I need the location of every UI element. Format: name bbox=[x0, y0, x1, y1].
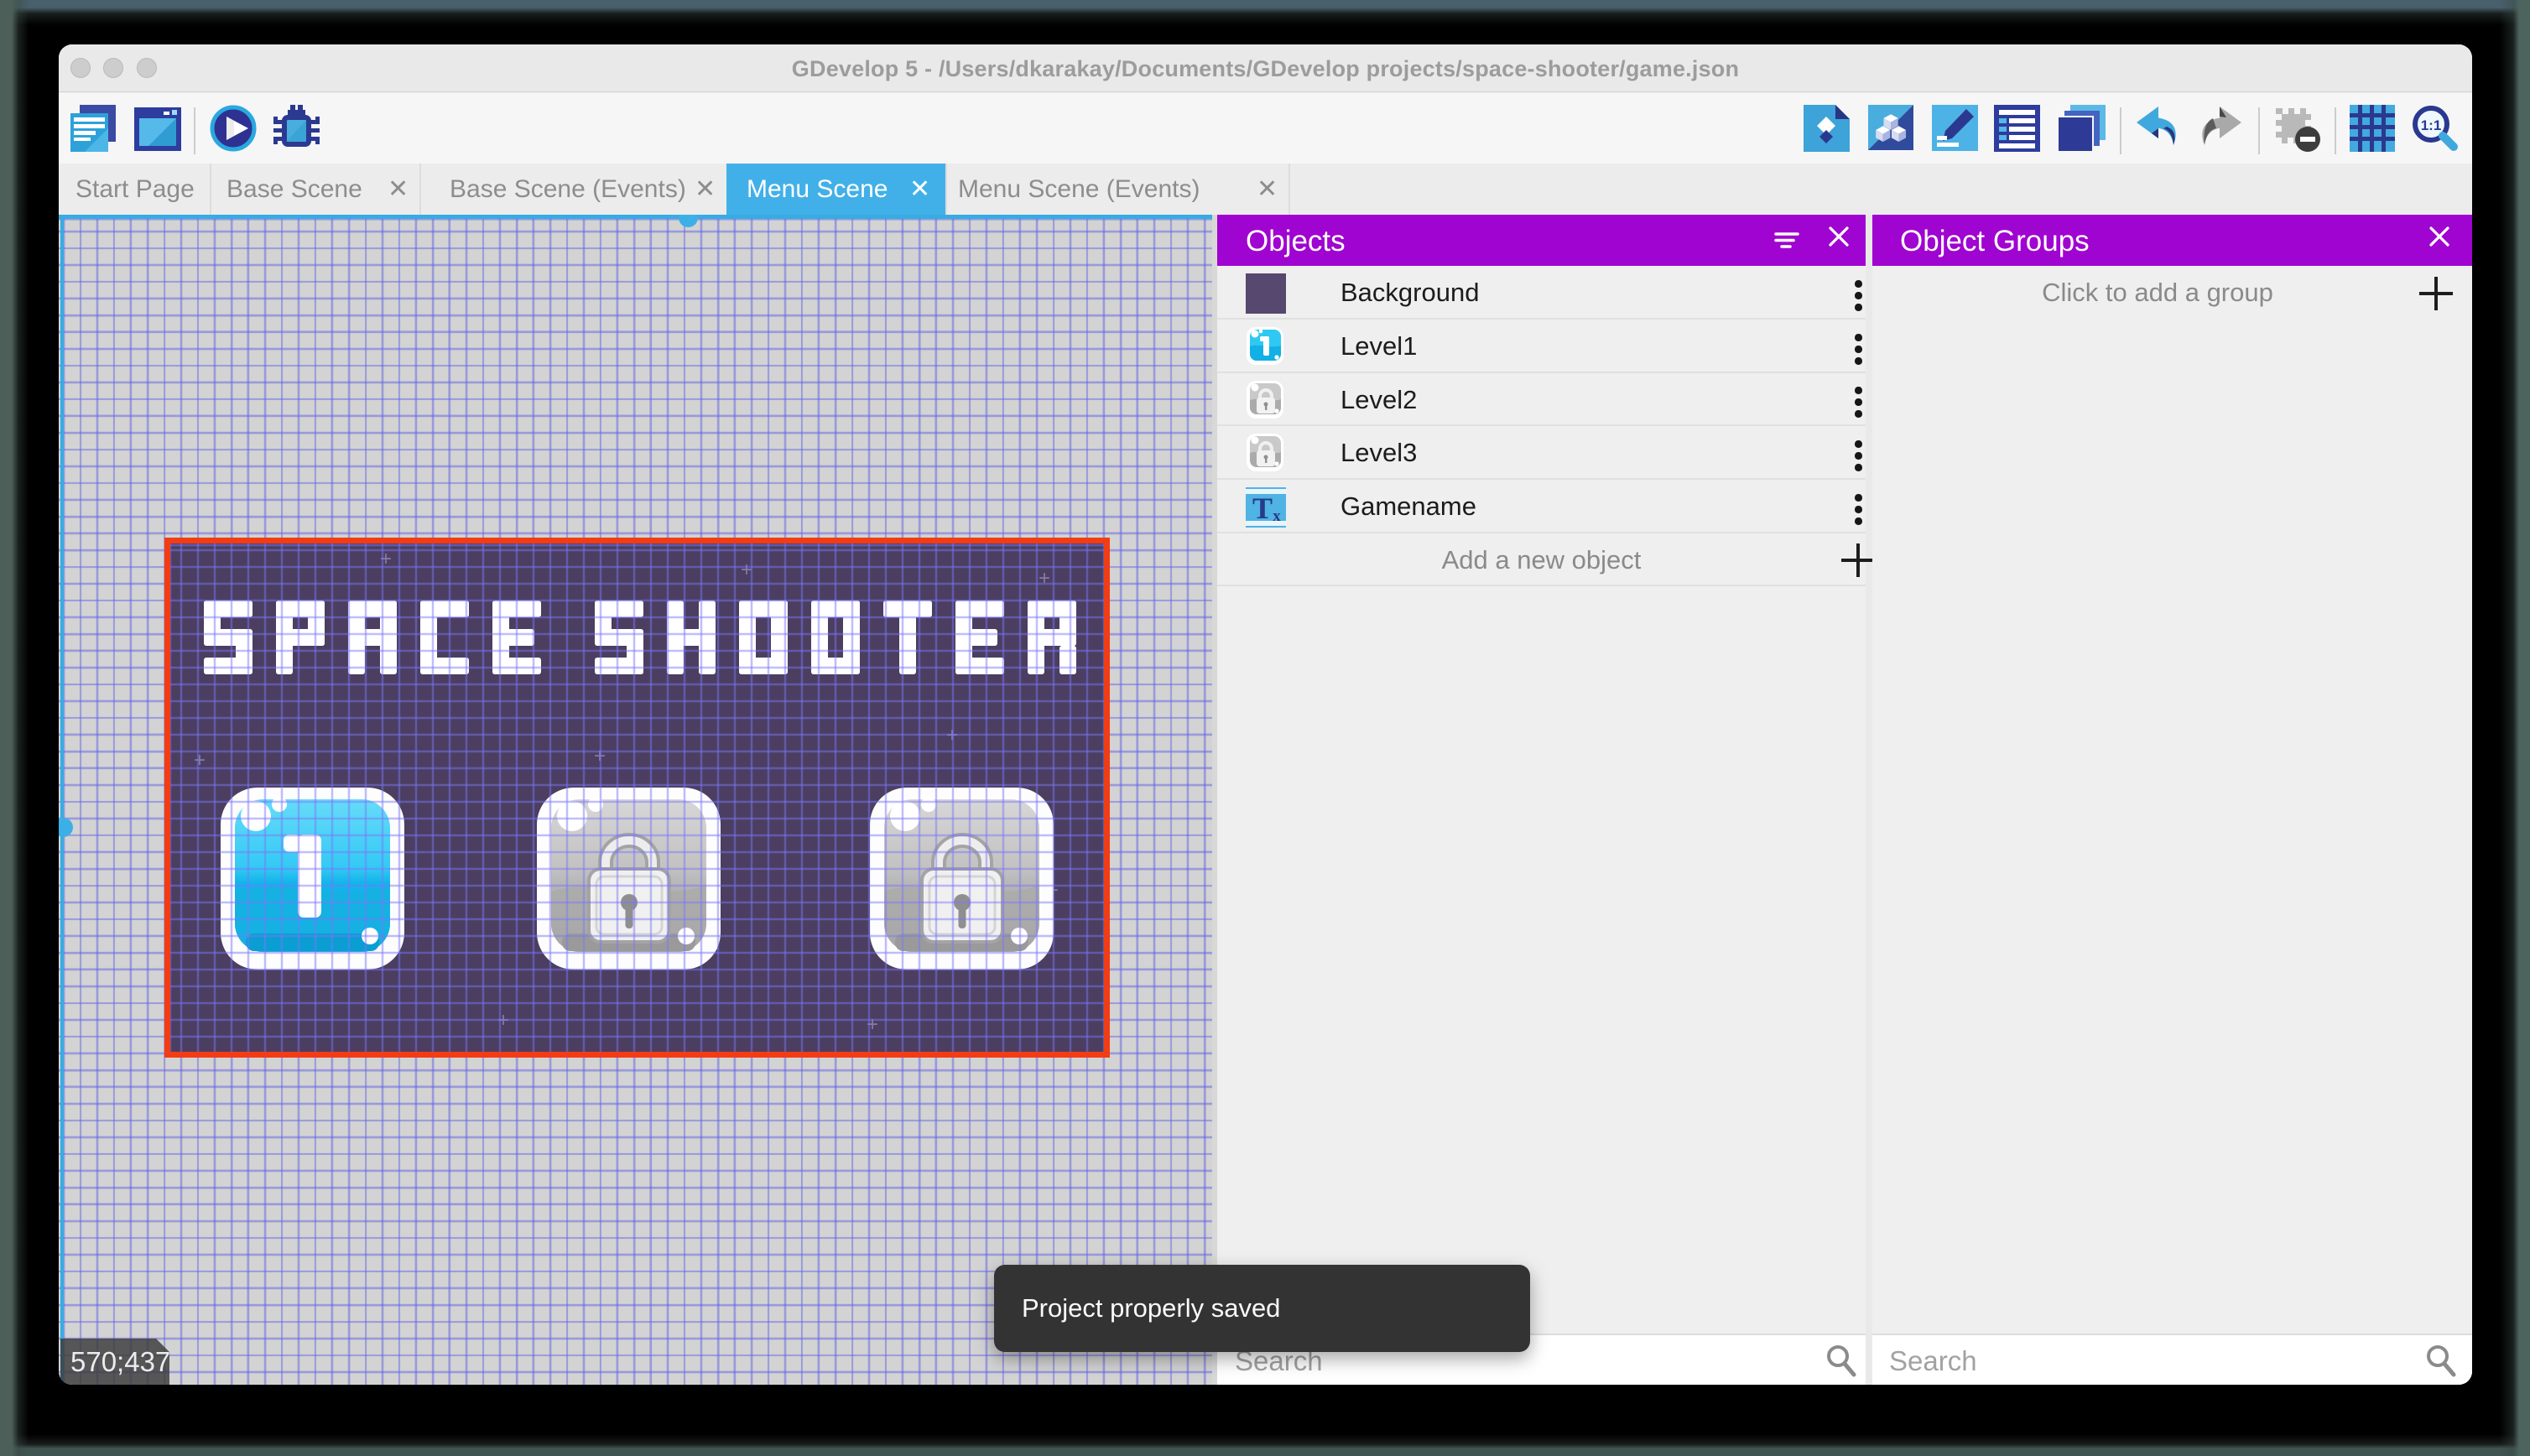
svg-text:T: T bbox=[1252, 491, 1273, 525]
svg-text:x: x bbox=[1273, 507, 1281, 525]
svg-text:1:1: 1:1 bbox=[2421, 117, 2442, 133]
